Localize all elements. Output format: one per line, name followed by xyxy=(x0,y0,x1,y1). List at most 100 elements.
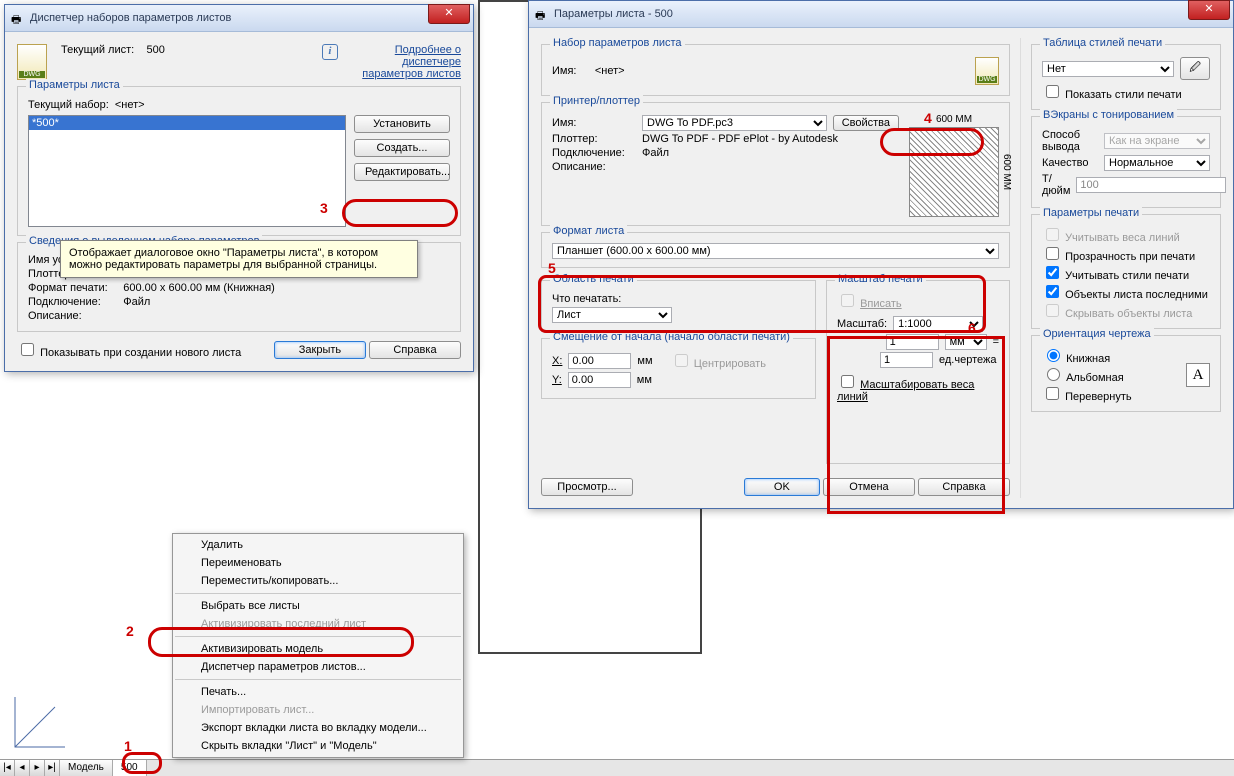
ctx-item: Импортировать лист... xyxy=(173,701,463,719)
window-title-2: Параметры листа - 500 xyxy=(554,8,1188,20)
y-unit: мм xyxy=(637,374,652,386)
close-button[interactable]: ✕ xyxy=(428,4,470,24)
opt-lw: Учитывать веса линий xyxy=(1042,225,1210,244)
titlebar[interactable]: 🖶 Диспетчер наборов параметров листов ✕ xyxy=(5,5,473,32)
page-setup-listbox[interactable]: *500* xyxy=(28,115,346,227)
printer-group-label: Принтер/плоттер xyxy=(550,95,643,107)
ok-button[interactable]: OK xyxy=(744,478,820,496)
preview-height: 600 MM xyxy=(1001,128,1012,216)
conn-value: Файл xyxy=(642,147,669,159)
paper-size-select[interactable]: Планшет (600.00 x 600.00 мм) xyxy=(552,243,999,259)
p-name-label: Имя: xyxy=(552,117,636,129)
tab-prev[interactable]: ◂ xyxy=(15,760,30,776)
scale-label: Масштаб: xyxy=(837,318,887,330)
scale-unit-select[interactable]: мм xyxy=(945,334,987,350)
plot-what-select[interactable]: Лист xyxy=(552,307,672,323)
ucs-icon xyxy=(10,692,70,752)
opts-group-label: Параметры печати xyxy=(1040,207,1142,219)
opt-trans[interactable]: Прозрачность при печати xyxy=(1042,244,1210,263)
x-unit: мм xyxy=(637,355,652,367)
ctx-item[interactable]: Переименовать xyxy=(173,554,463,572)
group-plot-styles: Таблица стилей печати Нет🖉 Показать стил… xyxy=(1031,44,1221,110)
help-button[interactable]: Справка xyxy=(369,341,461,359)
ctx-item[interactable]: Удалить xyxy=(173,536,463,554)
scale-group-label: Масштаб печати xyxy=(835,273,926,285)
properties-button[interactable]: Свойства xyxy=(833,115,899,131)
ctx-item[interactable]: Активизировать модель xyxy=(173,640,463,658)
ctx-item[interactable]: Диспетчер параметров листов... xyxy=(173,658,463,676)
shade-mode-select: Как на экране xyxy=(1104,133,1210,149)
scale-bot-input[interactable] xyxy=(880,352,933,368)
tab-model[interactable]: Модель xyxy=(60,760,113,776)
show-on-new-checkbox[interactable]: Показывать при создании нового листа xyxy=(17,340,241,359)
scale-top-input[interactable] xyxy=(886,334,939,350)
current-set-label: Текущий набор: xyxy=(28,99,109,111)
show-styles-checkbox[interactable]: Показать стили печати xyxy=(1042,89,1182,101)
dpi-input xyxy=(1076,177,1226,193)
opt-styles[interactable]: Учитывать стили печати xyxy=(1042,263,1210,282)
x-input[interactable] xyxy=(568,353,631,369)
quality-select[interactable]: Нормальное xyxy=(1104,155,1210,171)
y-input[interactable] xyxy=(568,372,631,388)
quality-label: Качество xyxy=(1042,157,1098,169)
plot-style-select[interactable]: Нет xyxy=(1042,61,1174,77)
ctx-item[interactable]: Скрыть вкладки "Лист" и "Модель" xyxy=(173,737,463,755)
ctx-item[interactable]: Экспорт вкладки листа во вкладку модели.… xyxy=(173,719,463,737)
group-paper-size: Формат листа Планшет (600.00 x 600.00 мм… xyxy=(541,232,1010,268)
tab-sheet-500[interactable]: 500 xyxy=(113,760,147,776)
group-label: Параметры листа xyxy=(26,79,123,91)
group-plot-area: Область печати Что печатать: Лист xyxy=(541,280,816,332)
set-group-label: Набор параметров листа xyxy=(550,37,685,49)
offset-label: Смещение от начала (начало области печат… xyxy=(550,331,793,343)
plotter-label: Плоттер: xyxy=(552,133,636,145)
printer-name-select[interactable]: DWG To PDF.pc3 xyxy=(642,115,827,131)
plot-style-btn[interactable]: 🖉 xyxy=(1180,57,1210,80)
orient-portrait[interactable]: Книжная xyxy=(1042,346,1132,365)
close-button-2[interactable]: ✕ xyxy=(1188,0,1230,20)
annot-6: 6 xyxy=(968,320,976,336)
tab-last[interactable]: ▸| xyxy=(45,760,60,776)
plotter-value: DWG To PDF - PDF ePlot - by Autodesk xyxy=(642,133,838,145)
ctx-item[interactable]: Выбрать все листы xyxy=(173,597,463,615)
fit-checkbox: Вписать xyxy=(837,298,902,310)
orient-landscape[interactable]: Альбомная xyxy=(1042,365,1132,384)
titlebar-2[interactable]: 🖶 Параметры листа - 500 ✕ xyxy=(529,1,1233,28)
close-button-btn[interactable]: Закрыть xyxy=(274,341,366,359)
list-item[interactable]: *500* xyxy=(29,116,345,130)
ctx-item[interactable]: Переместить/копировать... xyxy=(173,572,463,590)
name-value: <нет> xyxy=(595,65,625,77)
edit-button[interactable]: Редактировать... xyxy=(354,163,450,181)
help-button-2[interactable]: Справка xyxy=(918,478,1010,496)
desc-label: Описание: xyxy=(552,161,636,173)
dwg-icon xyxy=(17,44,47,80)
current-sheet-value: 500 xyxy=(146,44,164,56)
annot-2: 2 xyxy=(126,623,134,639)
opt-last[interactable]: Объекты листа последними xyxy=(1042,282,1210,301)
app-icon: 🖶 xyxy=(535,7,549,21)
preview-button[interactable]: Просмотр... xyxy=(541,478,633,496)
group-printer: Принтер/плоттер Имя: DWG To PDF.pc3 Свой… xyxy=(541,102,1010,226)
app-icon: 🖶 xyxy=(11,11,25,25)
layout-tab-bar: |◂ ◂ ▸ ▸| Модель 500 xyxy=(0,759,1234,776)
orientation-icon: A xyxy=(1186,363,1210,387)
info-icon: i xyxy=(322,44,338,60)
window-page-setup: 🖶 Параметры листа - 500 ✕ Набор параметр… xyxy=(528,0,1234,509)
name-label: Имя: xyxy=(552,65,576,77)
set-current-button[interactable]: Установить xyxy=(354,115,450,133)
current-set-value: <нет> xyxy=(115,99,145,111)
ctx-item[interactable]: Печать... xyxy=(173,683,463,701)
group-scale: Масштаб печати Вписать Масштаб: 1:1000 м… xyxy=(826,280,1010,464)
group-set: Набор параметров листа Имя: <нет> xyxy=(541,44,1010,96)
create-button[interactable]: Создать... xyxy=(354,139,450,157)
cancel-button[interactable]: Отмена xyxy=(823,478,915,496)
tab-first[interactable]: |◂ xyxy=(0,760,15,776)
learn-more-link[interactable]: Подробнее о диспетчере параметров листов xyxy=(341,44,461,80)
orient-upside[interactable]: Перевернуть xyxy=(1042,384,1132,403)
annot-3: 3 xyxy=(320,200,328,216)
equals: = xyxy=(993,336,999,348)
window-title: Диспетчер наборов параметров листов xyxy=(30,12,428,24)
group-orientation: Ориентация чертежа Книжная Альбомная Пер… xyxy=(1031,335,1221,412)
scale-lw-checkbox[interactable]: Масштабировать веса линий xyxy=(837,372,999,403)
papersize-label: Формат листа xyxy=(550,225,627,237)
tab-next[interactable]: ▸ xyxy=(30,760,45,776)
